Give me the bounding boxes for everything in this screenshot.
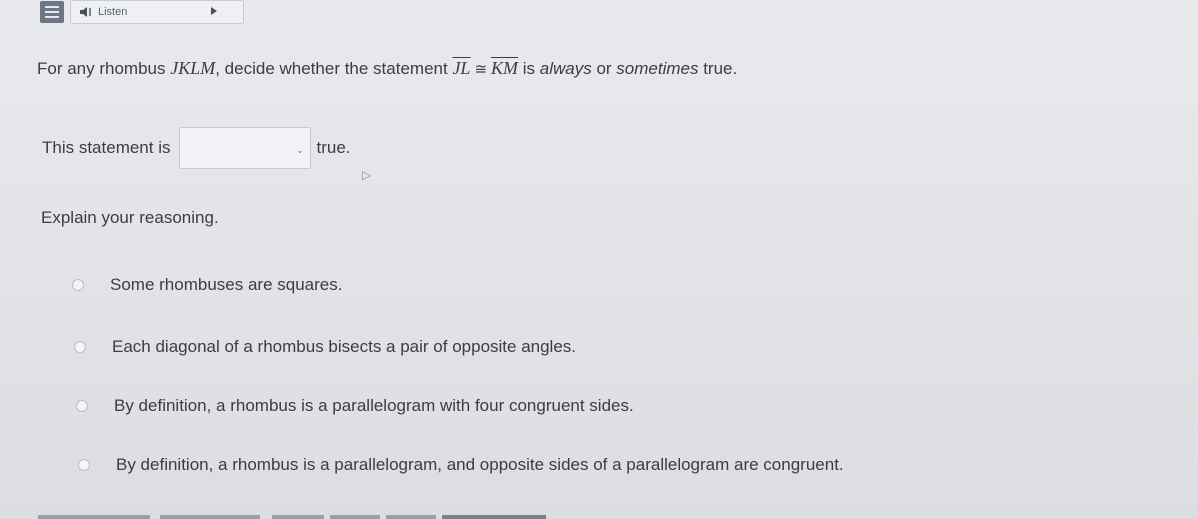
question-text: For any rhombus JKLM, decide whether the…: [37, 58, 738, 78]
listen-button[interactable]: Listen: [70, 0, 244, 24]
radio-button[interactable]: [76, 400, 88, 412]
radio-button[interactable]: [78, 459, 90, 471]
congruent-symbol: ≅: [474, 60, 488, 78]
segment-jl: JL: [452, 58, 471, 78]
option-label: Some rhombuses are squares.: [110, 275, 343, 294]
answer-option[interactable]: By definition, a rhombus is a parallelog…: [76, 395, 634, 417]
menu-icon[interactable]: [40, 1, 64, 23]
radio-button[interactable]: [72, 279, 84, 291]
option-label: Each diagonal of a rhombus bisects a pai…: [112, 337, 577, 356]
answer-option[interactable]: By definition, a rhombus is a parallelog…: [78, 454, 844, 476]
play-icon[interactable]: [211, 7, 217, 15]
statement-suffix: true.: [316, 138, 351, 157]
speaker-icon: [80, 7, 91, 17]
segment-km: KM: [491, 58, 519, 78]
statement-prefix: This statement is: [42, 138, 171, 157]
listen-label: Listen: [98, 6, 128, 18]
bottom-nav-bar: [38, 515, 150, 519]
answer-option[interactable]: Some rhombuses are squares.: [72, 274, 342, 296]
chevron-down-icon: ⌄: [295, 145, 304, 155]
always-sometimes-dropdown[interactable]: ⌄: [178, 127, 311, 169]
answer-option[interactable]: Each diagonal of a rhombus bisects a pai…: [74, 336, 576, 358]
mouse-cursor-icon: ▷: [362, 168, 372, 182]
option-label: By definition, a rhombus is a parallelog…: [114, 396, 634, 415]
bottom-nav-bar: [442, 515, 546, 519]
statement-row: This statement is ⌄ true.: [42, 127, 351, 169]
shape-name: JKLM: [170, 58, 216, 78]
toolbar: Listen: [40, 0, 244, 24]
explain-label: Explain your reasoning.: [41, 208, 219, 227]
option-label: By definition, a rhombus is a parallelog…: [116, 455, 844, 474]
bottom-nav-bar: [160, 515, 260, 519]
bottom-nav-bar: [330, 515, 380, 519]
radio-button[interactable]: [74, 341, 86, 353]
bottom-nav-bar: [272, 515, 324, 519]
bottom-nav-bar: [386, 515, 436, 519]
